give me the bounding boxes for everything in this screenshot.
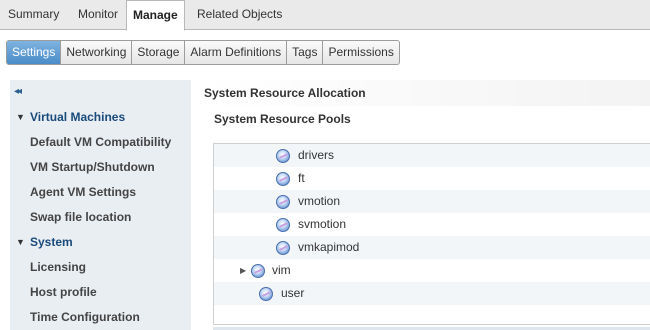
tree-row[interactable]: vmkapimod	[214, 236, 650, 259]
tree-row-label: vmotion	[298, 194, 341, 208]
sidebar-item-label: Host profile	[30, 285, 97, 299]
subtab-settings[interactable]: Settings	[7, 41, 61, 64]
top-tab-bar: Summary Monitor Manage Related Objects	[0, 0, 650, 31]
resource-pool-icon	[276, 218, 290, 232]
sidebar-item-host-profile[interactable]: Host profile	[10, 281, 191, 303]
sidebar-group-system[interactable]: ▼ System	[10, 231, 191, 253]
collapse-sidebar-icon[interactable]: ◂◂	[14, 86, 22, 97]
sidebar-group-label: Virtual Machines	[30, 110, 126, 124]
collapse-triangle-icon[interactable]: ▼	[16, 231, 25, 253]
sidebar-item-label: Time Configuration	[30, 310, 140, 324]
sidebar-item-label: Licensing	[30, 260, 87, 274]
resource-pool-icon	[259, 287, 273, 301]
sidebar-item-licensing[interactable]: Licensing	[10, 256, 191, 278]
tree-row-label: user	[281, 286, 305, 300]
sidebar-item-default-vm-compatibility[interactable]: Default VM Compatibility	[10, 131, 191, 153]
settings-sidebar: ◂◂ ▼ Virtual Machines Default VM Compati…	[10, 80, 191, 330]
tree-row[interactable]: drivers	[214, 144, 650, 167]
expand-triangle-icon[interactable]: ▶	[240, 259, 246, 282]
sub-tab-bar: Settings Networking Storage Alarm Defini…	[6, 40, 400, 65]
subtab-permissions[interactable]: Permissions	[322, 41, 398, 64]
tree-row[interactable]: svmotion	[214, 213, 650, 236]
tree-row[interactable]: ▶ vim	[214, 259, 650, 282]
tree-row-label: vmkapimod	[298, 240, 360, 254]
tree-row-label: ft	[298, 171, 305, 185]
sidebar-item-time-configuration[interactable]: Time Configuration	[10, 306, 191, 328]
tree-row-label: vim	[272, 263, 291, 277]
tree-row-label: svmotion	[298, 217, 347, 231]
resource-pool-icon	[276, 149, 290, 163]
resource-pool-icon	[251, 264, 265, 278]
sidebar-item-swap-file-location[interactable]: Swap file location	[10, 206, 191, 228]
sidebar-item-label: Default VM Compatibility	[30, 135, 172, 149]
collapse-triangle-icon[interactable]: ▼	[16, 106, 25, 128]
tab-manage[interactable]: Manage	[126, 0, 185, 31]
resource-pool-icon	[276, 172, 290, 186]
resource-pool-icon	[276, 241, 290, 255]
sidebar-item-label: VM Startup/Shutdown	[30, 160, 155, 174]
sidebar-item-agent-vm-settings[interactable]: Agent VM Settings	[10, 181, 191, 203]
tree-row[interactable]: user	[214, 282, 650, 305]
sidebar-item-label: Agent VM Settings	[30, 185, 137, 199]
sidebar-group-virtual-machines[interactable]: ▼ Virtual Machines	[10, 106, 191, 128]
subtab-alarm-definitions[interactable]: Alarm Definitions	[184, 41, 286, 64]
pools-title: System Resource Pools	[214, 112, 351, 126]
resource-pool-tree: drivers ft vmotion svmotion vmkapimod ▶ …	[213, 143, 650, 325]
sidebar-item-vm-startup-shutdown[interactable]: VM Startup/Shutdown	[10, 156, 191, 178]
tree-row[interactable]: vmotion	[214, 190, 650, 213]
subtab-networking[interactable]: Networking	[60, 41, 131, 64]
resource-pool-icon	[276, 195, 290, 209]
tree-row-label: drivers	[298, 148, 335, 162]
subtab-storage[interactable]: Storage	[131, 41, 184, 64]
section-title: System Resource Allocation	[203, 80, 650, 106]
tab-related-objects[interactable]: Related Objects	[191, 0, 288, 29]
sidebar-item-label: Swap file location	[30, 210, 132, 224]
tab-monitor[interactable]: Monitor	[72, 0, 124, 29]
main-content: System Resource Allocation System Resour…	[203, 80, 650, 330]
sidebar-group-label: System	[30, 235, 73, 249]
subtab-tags[interactable]: Tags	[286, 41, 322, 64]
tree-row[interactable]: ft	[214, 167, 650, 190]
tab-summary[interactable]: Summary	[2, 0, 65, 29]
